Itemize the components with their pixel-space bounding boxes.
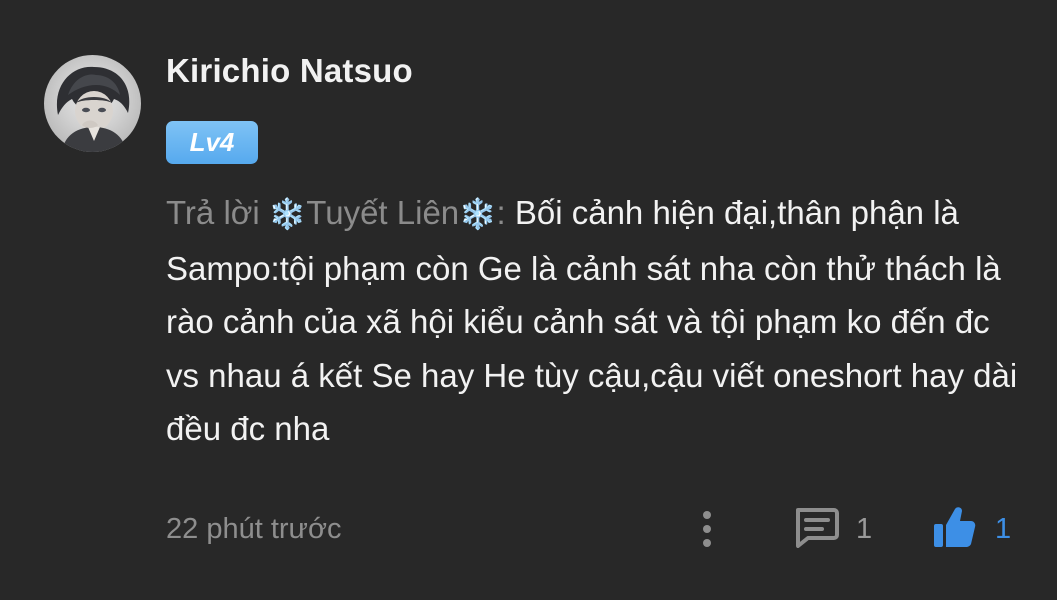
comment-body: Trả lời ❄️Tuyết Liên❄️: Bối cảnh hiện đạ…: [166, 186, 1026, 456]
thumbs-up-icon: [931, 504, 977, 555]
username[interactable]: Kirichio Natsuo: [166, 52, 413, 90]
like-button[interactable]: 1: [931, 504, 1011, 554]
avatar-illustration: [56, 66, 130, 152]
reply-separator: :: [496, 194, 506, 231]
reply-button[interactable]: 1: [792, 506, 872, 552]
reply-count: 1: [856, 512, 873, 545]
snowflake-icon: ❄️: [459, 198, 497, 231]
timestamp: 22 phút trước: [166, 513, 342, 545]
comment-text: Bối cảnh hiện đại,thân phận là Sampo:tội…: [166, 194, 1018, 447]
reply-label: Trả lời: [166, 194, 260, 231]
reply-target-name[interactable]: Tuyết Liên: [306, 194, 459, 231]
comment-icon: [792, 506, 840, 553]
reply-prefix: Trả lời ❄️Tuyết Liên❄️:: [166, 194, 506, 231]
snowflake-icon: ❄️: [268, 198, 307, 231]
avatar[interactable]: [44, 55, 141, 152]
like-count: 1: [995, 512, 1012, 545]
more-vertical-icon[interactable]: [692, 508, 722, 550]
comment-card: Kirichio Natsuo Lv4 Trả lời ❄️Tuyết Liên…: [0, 0, 1057, 600]
level-badge: Lv4: [166, 121, 258, 164]
